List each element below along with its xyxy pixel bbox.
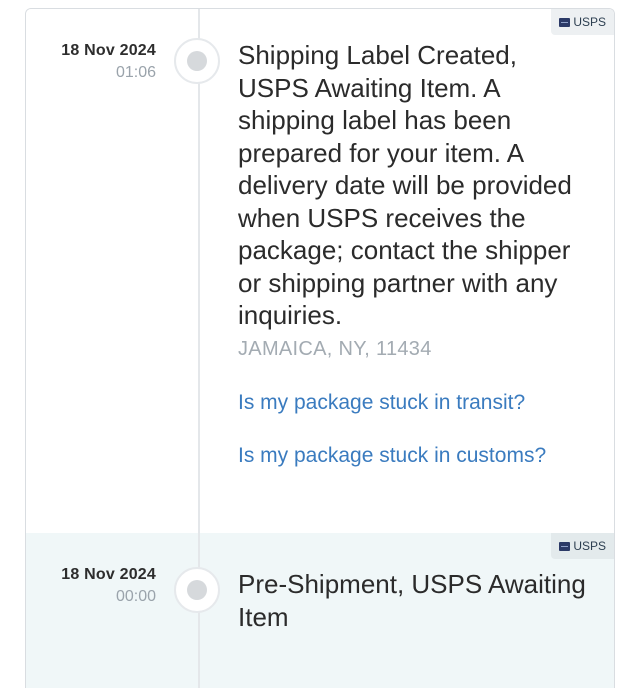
- event-content: Pre-Shipment, USPS Awaiting Item: [238, 568, 590, 633]
- help-link-stuck-in-transit[interactable]: Is my package stuck in transit?: [238, 391, 590, 415]
- timeline-node-icon: [174, 567, 220, 613]
- timeline-node-dot: [187, 51, 207, 71]
- usps-logo-icon: [559, 541, 571, 551]
- event-time: 00:00: [115, 588, 156, 605]
- carrier-badge: USPS: [551, 533, 614, 559]
- event-datetime: 18 Nov 2024 01:06: [26, 42, 156, 82]
- event-location: JAMAICA, NY, 11434: [238, 337, 432, 360]
- event-content: Shipping Label Created, USPS Awaiting It…: [238, 39, 590, 468]
- timeline-node-dot: [187, 580, 207, 600]
- usps-logo-icon: [559, 17, 571, 27]
- carrier-badge: USPS: [551, 9, 614, 35]
- timeline-event: USPS 18 Nov 2024 00:00 Pre-Shipment, USP…: [26, 533, 614, 688]
- event-status: Pre-Shipment, USPS Awaiting Item: [238, 569, 586, 632]
- carrier-name: USPS: [573, 539, 606, 553]
- help-link-stuck-in-customs[interactable]: Is my package stuck in customs?: [238, 444, 590, 468]
- event-datetime: 18 Nov 2024 00:00: [26, 566, 156, 606]
- event-date: 18 Nov 2024: [61, 42, 156, 59]
- timeline-event: USPS 18 Nov 2024 01:06 Shipping Label Cr…: [26, 9, 614, 533]
- carrier-name: USPS: [573, 15, 606, 29]
- event-status: Shipping Label Created, USPS Awaiting It…: [238, 40, 572, 330]
- event-date: 18 Nov 2024: [61, 566, 156, 583]
- timeline-node-icon: [174, 38, 220, 84]
- tracking-timeline: USPS 18 Nov 2024 01:06 Shipping Label Cr…: [25, 8, 615, 688]
- event-time: 01:06: [115, 64, 156, 81]
